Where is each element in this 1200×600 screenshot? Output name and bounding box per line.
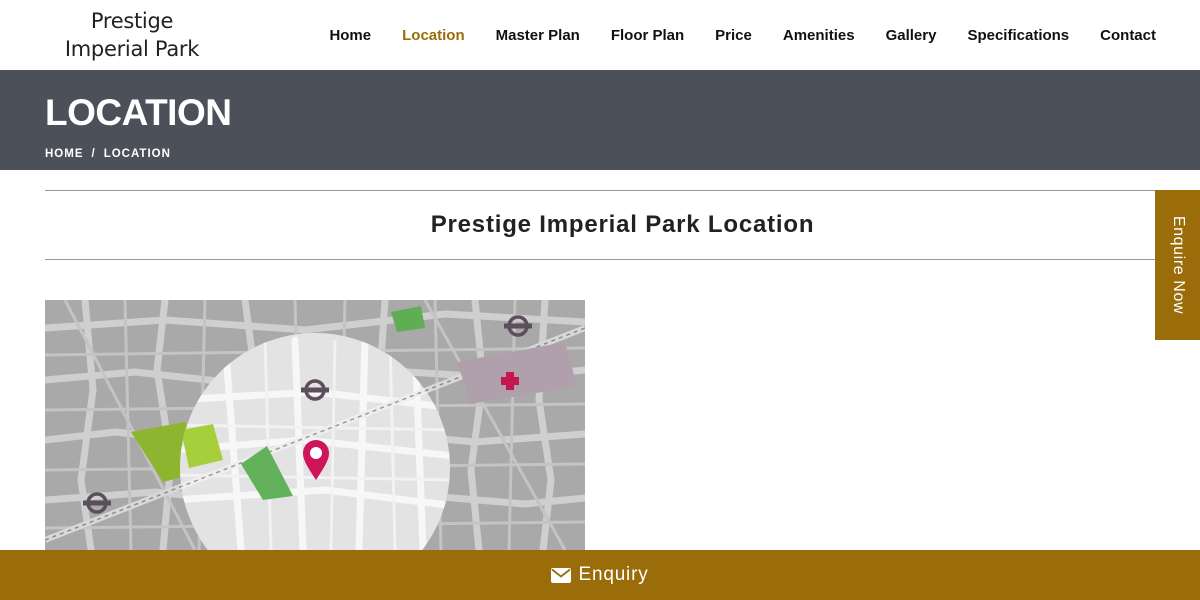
nav-home[interactable]: Home xyxy=(329,27,371,44)
main-nav: Home Location Master Plan Floor Plan Pri… xyxy=(298,0,1156,70)
nav-amenities[interactable]: Amenities xyxy=(783,27,855,44)
breadcrumb-current: LOCATION xyxy=(103,148,171,160)
breadcrumb: HOME / LOCATION xyxy=(45,148,171,160)
site-header: Prestige Imperial Park Home Location Mas… xyxy=(0,0,1200,70)
nav-price[interactable]: Price xyxy=(715,27,752,44)
envelope-icon xyxy=(551,567,572,583)
nav-gallery[interactable]: Gallery xyxy=(886,27,937,44)
nav-location[interactable]: Location xyxy=(402,27,465,44)
enquire-now-label: Enquire Now xyxy=(1169,215,1187,315)
section-header: Prestige Imperial Park Location xyxy=(45,190,1200,260)
enquiry-label: Enquiry xyxy=(578,564,649,585)
nav-contact[interactable]: Contact xyxy=(1100,27,1156,44)
site-logo[interactable]: Prestige Imperial Park xyxy=(62,7,202,63)
page-banner: LOCATION HOME / LOCATION xyxy=(0,70,1200,170)
location-map xyxy=(45,300,585,550)
enquiry-bar[interactable]: Enquiry xyxy=(0,550,1200,600)
nav-floor-plan[interactable]: Floor Plan xyxy=(611,27,684,44)
page-title: LOCATION xyxy=(45,92,232,133)
breadcrumb-separator: / xyxy=(91,148,96,160)
section-title: Prestige Imperial Park Location xyxy=(430,211,815,238)
nav-master-plan[interactable]: Master Plan xyxy=(496,27,580,44)
nav-specifications[interactable]: Specifications xyxy=(967,27,1069,44)
logo-line-1: Prestige xyxy=(90,9,174,33)
logo-line-2: Imperial Park xyxy=(64,37,200,61)
breadcrumb-home[interactable]: HOME xyxy=(45,148,84,160)
map-illustration xyxy=(45,300,585,550)
enquire-now-tab[interactable]: Enquire Now xyxy=(1155,190,1200,340)
